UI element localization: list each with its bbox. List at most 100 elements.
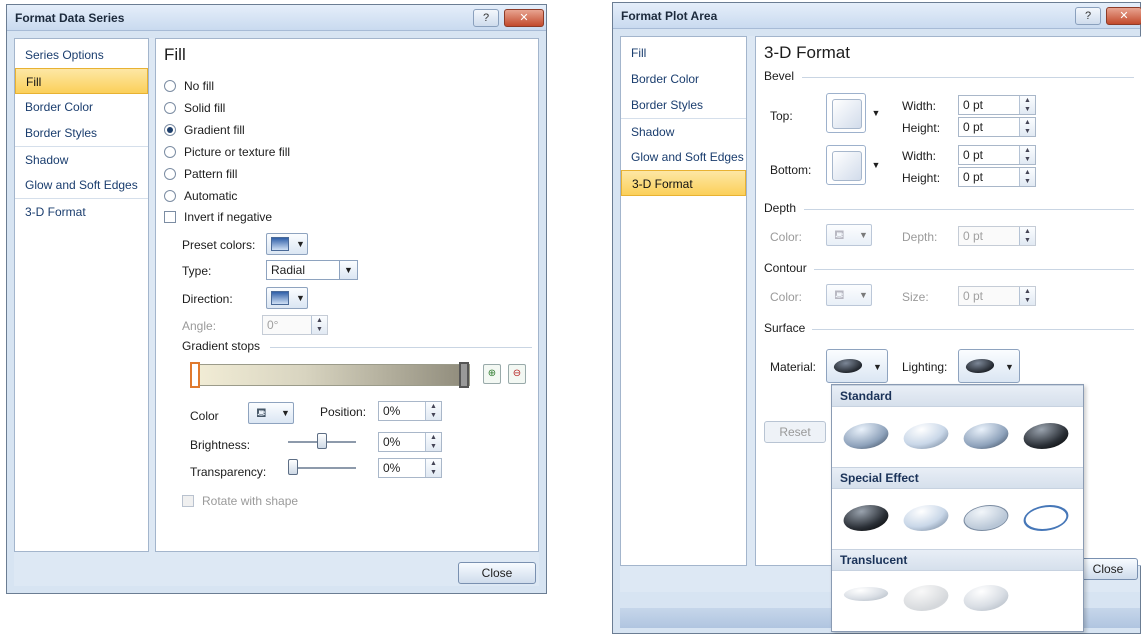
material-matte-tile[interactable]	[839, 423, 893, 449]
gradient-stop-start[interactable]	[190, 362, 200, 388]
material-translucent-powder-2-tile[interactable]	[959, 585, 1013, 611]
help-button[interactable]: ?	[1075, 7, 1101, 25]
nav-item-border-styles[interactable]: Border Styles	[621, 92, 746, 118]
position-spinner[interactable]: 0% ▲ ▼	[378, 401, 442, 421]
spin-arrows-icon: ▲ ▼	[1019, 168, 1035, 186]
brightness-slider-thumb[interactable]	[317, 433, 327, 449]
bottom-bevel-picker[interactable]	[826, 145, 866, 185]
material-translucent-powder-tile[interactable]	[841, 587, 891, 601]
radio-no-fill[interactable]: No fill	[164, 79, 214, 93]
angle-spinner[interactable]: 0° ▲ ▼	[262, 315, 328, 335]
spin-arrows-icon: ▲ ▼	[425, 433, 441, 451]
nav-item-border-styles[interactable]: Border Styles	[15, 120, 148, 146]
nav-item-border-color[interactable]: Border Color	[15, 94, 148, 120]
window-close-button[interactable]: ✕	[504, 9, 544, 27]
lighting-preview-icon	[964, 359, 996, 373]
material-metal-tile[interactable]	[1019, 423, 1073, 449]
chevron-down-icon: ▼	[1005, 362, 1014, 372]
nav-item-border-color[interactable]: Border Color	[621, 66, 746, 92]
top-label: Top:	[770, 109, 793, 123]
radio-picture-texture-fill[interactable]: Picture or texture fill	[164, 145, 290, 159]
nav-item-glow-soft-edges[interactable]: Glow and Soft Edges	[621, 144, 746, 170]
radio-label: No fill	[184, 79, 215, 93]
reset-button[interactable]: Reset	[764, 421, 826, 443]
radio-solid-fill[interactable]: Solid fill	[164, 101, 225, 115]
radio-automatic[interactable]: Automatic	[164, 189, 237, 203]
nav-item-series-options[interactable]: Series Options	[15, 42, 148, 68]
remove-stop-icon[interactable]: ⊖	[508, 364, 526, 384]
nav-item-fill[interactable]: Fill	[621, 40, 746, 66]
nav-item-3d-format[interactable]: 3-D Format	[15, 198, 148, 224]
material-plastic-tile[interactable]	[959, 423, 1013, 449]
width-label: Width:	[902, 99, 937, 113]
radio-indicator-selected	[164, 124, 176, 136]
chevron-down-icon[interactable]: ▼	[868, 93, 884, 133]
top-width-spinner[interactable]: 0 pt ▲ ▼	[958, 95, 1036, 115]
top-height-spinner[interactable]: 0 pt ▲ ▼	[958, 117, 1036, 137]
close-button[interactable]: Close	[1078, 558, 1138, 580]
radio-pattern-fill[interactable]: Pattern fill	[164, 167, 237, 181]
right-dialog-title: Format Plot Area	[621, 9, 718, 23]
bottom-width-value: 0 pt	[963, 148, 984, 162]
preset-colors-dropdown[interactable]: ▼	[266, 233, 308, 255]
nav-item-shadow[interactable]: Shadow	[621, 118, 746, 144]
transparency-value: 0%	[383, 461, 401, 475]
brightness-spinner[interactable]: 0% ▲ ▼	[378, 432, 442, 452]
contour-size-value: 0 pt	[963, 289, 984, 303]
stop-color-dropdown[interactable]: ⛾ ▼	[248, 402, 294, 424]
contour-size-spinner[interactable]: 0 pt ▲ ▼	[958, 286, 1036, 306]
material-dropdown[interactable]: ▼	[826, 349, 888, 383]
spin-arrows-icon: ▲ ▼	[425, 459, 441, 477]
spin-arrows-icon: ▲ ▼	[311, 316, 327, 334]
chevron-down-icon: ▼	[296, 293, 305, 303]
standard-header: Standard	[832, 385, 1083, 407]
surface-label: Surface	[764, 321, 806, 335]
material-translucent-clear-tile[interactable]	[899, 585, 953, 611]
lighting-dropdown[interactable]: ▼	[958, 349, 1020, 383]
color-label: Color	[190, 409, 219, 423]
add-stop-icon[interactable]: ⊕	[483, 364, 501, 384]
material-wireframe-tile[interactable]	[1019, 505, 1073, 531]
rotate-with-shape-checkbox[interactable]: Rotate with shape	[182, 494, 298, 508]
special-effect-header: Special Effect	[832, 467, 1083, 489]
nav-item-shadow[interactable]: Shadow	[15, 146, 148, 172]
bottom-height-spinner[interactable]: 0 pt ▲ ▼	[958, 167, 1036, 187]
contour-color-dropdown[interactable]: ⛾ ▼	[826, 284, 872, 306]
chevron-down-icon: ▼	[281, 408, 290, 418]
nav-item-glow-soft-edges[interactable]: Glow and Soft Edges	[15, 172, 148, 198]
material-dark-edge-tile[interactable]	[839, 505, 893, 531]
nav-item-3d-format[interactable]: 3-D Format	[621, 170, 746, 196]
chevron-down-icon[interactable]: ▼	[868, 145, 884, 185]
radio-gradient-fill[interactable]: Gradient fill	[164, 123, 245, 137]
close-button[interactable]: Close	[458, 562, 536, 584]
brightness-label: Brightness:	[190, 438, 251, 452]
spin-arrows-icon: ▲ ▼	[425, 402, 441, 420]
material-warm-matte-tile[interactable]	[899, 423, 953, 449]
nav-item-fill[interactable]: Fill	[15, 68, 148, 94]
chevron-down-icon: ▼	[339, 261, 357, 279]
window-close-button[interactable]: ✕	[1106, 7, 1141, 25]
brightness-value: 0%	[383, 435, 401, 449]
help-button[interactable]: ?	[473, 9, 499, 27]
depth-color-dropdown[interactable]: ⛾ ▼	[826, 224, 872, 246]
transparency-spinner[interactable]: 0% ▲ ▼	[378, 458, 442, 478]
bevel-label: Bevel	[764, 69, 795, 83]
checkbox-box	[182, 495, 194, 507]
gradient-stops-label: Gradient stops	[182, 339, 261, 353]
gradient-stops-bar[interactable]	[194, 364, 470, 386]
gradient-stop-end[interactable]	[459, 362, 469, 388]
direction-dropdown[interactable]: ▼	[266, 287, 308, 309]
contour-size-label: Size:	[902, 290, 929, 304]
transparency-slider-thumb[interactable]	[288, 459, 298, 475]
depth-spinner[interactable]: 0 pt ▲ ▼	[958, 226, 1036, 246]
material-flat-tile[interactable]	[959, 505, 1013, 531]
invert-if-negative-checkbox[interactable]: Invert if negative	[164, 210, 272, 224]
transparency-label: Transparency:	[190, 465, 267, 479]
type-select[interactable]: Radial ▼	[266, 260, 358, 280]
material-soft-edge-tile[interactable]	[899, 505, 953, 531]
radio-indicator	[164, 190, 176, 202]
top-bevel-picker[interactable]	[826, 93, 866, 133]
radio-label: Picture or texture fill	[184, 145, 291, 159]
bottom-width-spinner[interactable]: 0 pt ▲ ▼	[958, 145, 1036, 165]
left-body: Series Options Fill Border Color Border …	[14, 38, 539, 586]
